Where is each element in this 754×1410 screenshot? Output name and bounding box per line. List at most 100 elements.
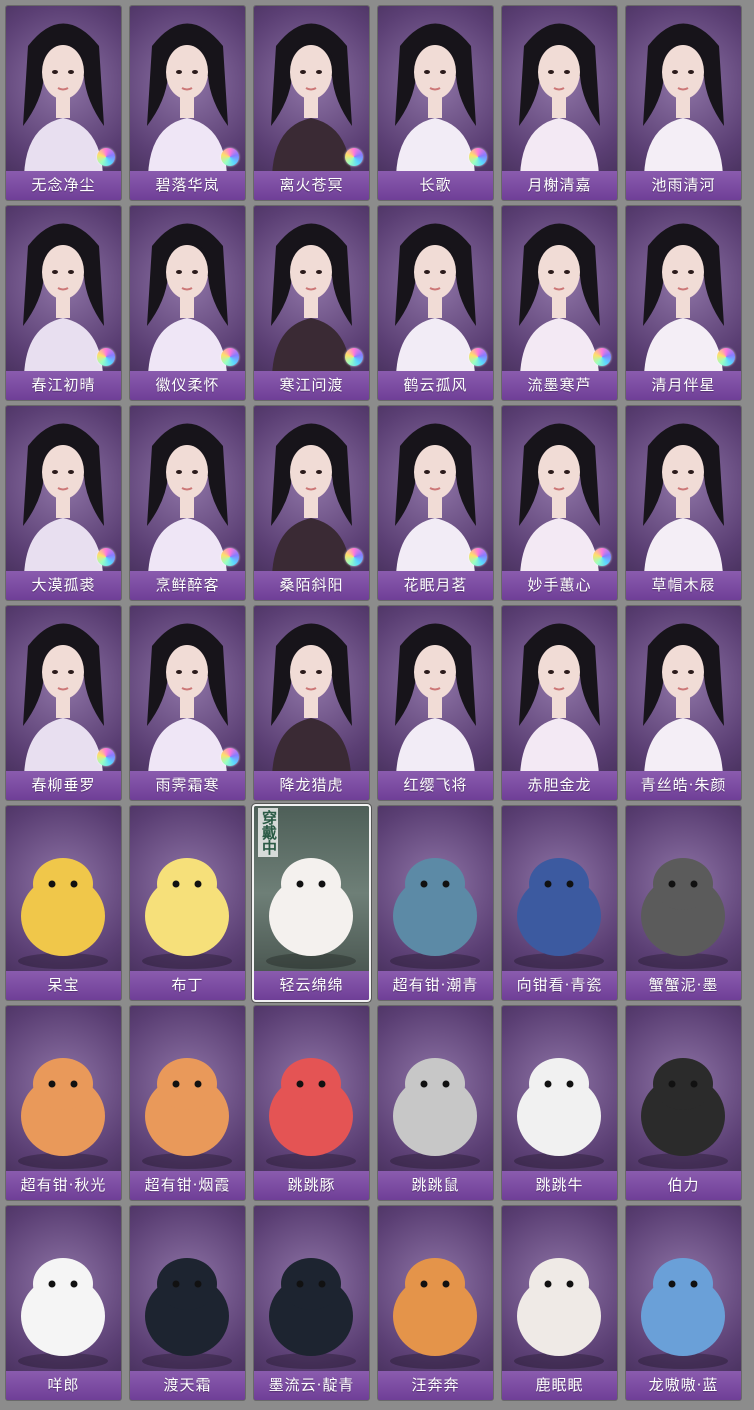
appearance-card[interactable]: 墨流云·靛青 (254, 1206, 369, 1400)
card-name-label: 布丁 (130, 971, 245, 1000)
card-name-label: 跳跳牛 (502, 1171, 617, 1200)
appearance-card[interactable]: 呆宝 (6, 806, 121, 1000)
pufferfish-icon (266, 1058, 356, 1169)
appearance-card[interactable]: 鹿眠眠 (502, 1206, 617, 1400)
appearance-card[interactable]: 汪奔奔 (378, 1206, 493, 1400)
card-name-label: 跳跳豚 (254, 1171, 369, 1200)
appearance-card[interactable]: 渡天霜 (130, 1206, 245, 1400)
rainbow-gem-icon (469, 548, 487, 566)
appearance-card[interactable]: 跳跳鼠 (378, 1006, 493, 1200)
appearance-card[interactable]: 雨霁霜寒 (130, 606, 245, 800)
card-name-label: 龙嗷嗷·蓝 (626, 1371, 741, 1400)
card-name-label: 超有钳·烟霞 (130, 1171, 245, 1200)
card-name-label: 寒江问渡 (254, 371, 369, 400)
appearance-card[interactable]: 穿戴中轻云绵绵 (254, 806, 369, 1000)
appearance-card[interactable]: 咩郎 (6, 1206, 121, 1400)
rainbow-gem-icon (717, 348, 735, 366)
card-name-label: 烹鲜醉客 (130, 571, 245, 600)
blue-mane-horse-icon (266, 1258, 356, 1369)
card-name-label: 向钳看·青瓷 (502, 971, 617, 1000)
card-name-label: 春江初晴 (6, 371, 121, 400)
appearance-card[interactable]: 草帽木屐 (626, 406, 741, 600)
card-name-label: 青丝皓·朱颜 (626, 771, 741, 800)
card-name-label: 桑陌斜阳 (254, 571, 369, 600)
hamster-icon (390, 1058, 480, 1169)
card-name-label: 超有钳·秋光 (6, 1171, 121, 1200)
appearance-card[interactable]: 龙嗷嗷·蓝 (626, 1206, 741, 1400)
appearance-card[interactable]: 蟹蟹泥·墨 (626, 806, 741, 1000)
appearance-card[interactable]: 碧落华岚 (130, 6, 245, 200)
card-name-label: 伯力 (626, 1171, 741, 1200)
appearance-card[interactable]: 降龙猎虎 (254, 606, 369, 800)
rainbow-gem-icon (97, 748, 115, 766)
shell-crab-icon (638, 858, 728, 969)
appearance-card[interactable]: 跳跳牛 (502, 1006, 617, 1200)
card-name-label: 超有钳·潮青 (378, 971, 493, 1000)
corgi-icon (390, 1258, 480, 1369)
appearance-card[interactable]: 无念净尘 (6, 6, 121, 200)
white-poodle-icon (18, 1258, 108, 1369)
card-name-label: 蟹蟹泥·墨 (626, 971, 741, 1000)
appearance-grid: 无念净尘 碧落华岚 离火苍冥 长歌 月榭清嘉 池雨清河春江初晴 徽仪柔怀 寒江问渡 鹤云孤风 流墨… (0, 0, 754, 1410)
card-name-label: 赤胆金龙 (502, 771, 617, 800)
card-name-label: 渡天霜 (130, 1371, 245, 1400)
appearance-card[interactable]: 伯力 (626, 1006, 741, 1200)
appearance-card[interactable]: 寒江问渡 (254, 206, 369, 400)
appearance-card[interactable]: 超有钳·烟霞 (130, 1006, 245, 1200)
portrait-silver-hair-icon (643, 623, 724, 776)
appearance-card[interactable]: 鹤云孤风 (378, 206, 493, 400)
black-horse-icon (142, 1258, 232, 1369)
card-name-label: 鹤云孤风 (378, 371, 493, 400)
card-name-label: 春柳垂罗 (6, 771, 121, 800)
rainbow-gem-icon (221, 748, 239, 766)
card-name-label: 汪奔奔 (378, 1371, 493, 1400)
rainbow-gem-icon (345, 148, 363, 166)
appearance-card[interactable]: 向钳看·青瓷 (502, 806, 617, 1000)
appearance-card[interactable]: 妙手蕙心 (502, 406, 617, 600)
cow-icon (514, 1058, 604, 1169)
card-name-label: 跳跳鼠 (378, 1171, 493, 1200)
appearance-card[interactable]: 赤胆金龙 (502, 606, 617, 800)
rainbow-gem-icon (97, 348, 115, 366)
deer-icon (514, 1258, 604, 1369)
card-name-label: 墨流云·靛青 (254, 1371, 369, 1400)
card-name-label: 大漠孤裘 (6, 571, 121, 600)
appearance-card[interactable]: 春江初晴 (6, 206, 121, 400)
appearance-card[interactable]: 离火苍冥 (254, 6, 369, 200)
appearance-card[interactable]: 桑陌斜阳 (254, 406, 369, 600)
rainbow-gem-icon (593, 348, 611, 366)
appearance-card[interactable]: 春柳垂罗 (6, 606, 121, 800)
rainbow-gem-icon (221, 348, 239, 366)
yellow-duck-icon (18, 858, 108, 969)
appearance-card[interactable]: 烹鲜醉客 (130, 406, 245, 600)
crab-leaf-icon (390, 858, 480, 969)
crab-yellow-leaf-icon (142, 1058, 232, 1169)
appearance-card[interactable]: 池雨清河 (626, 6, 741, 200)
portrait-gold-hairpin-icon (519, 23, 600, 176)
card-name-label: 妙手蕙心 (502, 571, 617, 600)
portrait-updo-icon (643, 23, 724, 176)
appearance-card[interactable]: 花眠月茗 (378, 406, 493, 600)
card-name-label: 降龙猎虎 (254, 771, 369, 800)
appearance-card[interactable]: 大漠孤裘 (6, 406, 121, 600)
appearance-card[interactable]: 跳跳豚 (254, 1006, 369, 1200)
appearance-card[interactable]: 徽仪柔怀 (130, 206, 245, 400)
appearance-card[interactable]: 布丁 (130, 806, 245, 1000)
wearing-badge: 穿戴中 (258, 808, 278, 857)
appearance-card[interactable]: 流墨寒芦 (502, 206, 617, 400)
appearance-card[interactable]: 月榭清嘉 (502, 6, 617, 200)
card-name-label: 红缨飞将 (378, 771, 493, 800)
portrait-helmet-icon (395, 623, 476, 776)
card-name-label: 徽仪柔怀 (130, 371, 245, 400)
appearance-card[interactable]: 清月伴星 (626, 206, 741, 400)
rainbow-gem-icon (345, 548, 363, 566)
rainbow-gem-icon (593, 548, 611, 566)
rainbow-gem-icon (469, 148, 487, 166)
card-name-label: 轻云绵绵 (254, 971, 369, 1000)
crab-green-leaf-icon (18, 1058, 108, 1169)
appearance-card[interactable]: 红缨飞将 (378, 606, 493, 800)
appearance-card[interactable]: 长歌 (378, 6, 493, 200)
appearance-card[interactable]: 超有钳·潮青 (378, 806, 493, 1000)
appearance-card[interactable]: 超有钳·秋光 (6, 1006, 121, 1200)
appearance-card[interactable]: 青丝皓·朱颜 (626, 606, 741, 800)
